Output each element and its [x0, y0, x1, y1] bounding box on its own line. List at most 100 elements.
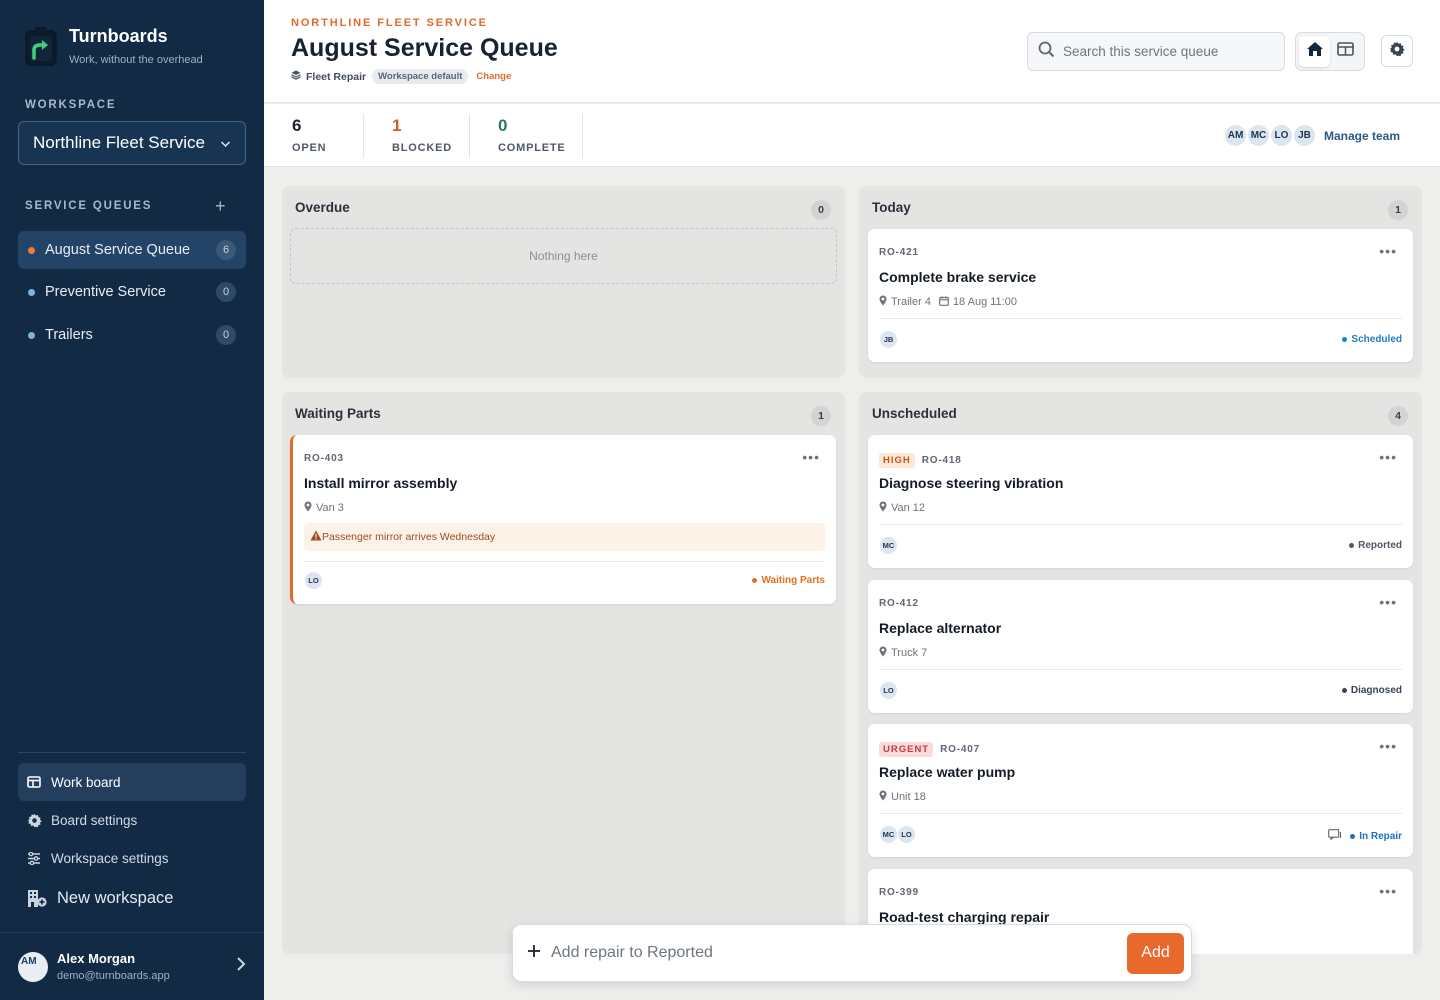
- card-divider: [879, 813, 1402, 814]
- add-repair-button[interactable]: Add: [1127, 932, 1184, 974]
- more-options-icon[interactable]: •••: [1379, 449, 1397, 465]
- status-label: Scheduled: [1351, 334, 1402, 345]
- repair-id: RO-399: [879, 887, 919, 898]
- stat-complete: 0 COMPLETE: [498, 116, 566, 154]
- avatar[interactable]: AM: [1223, 123, 1248, 148]
- card-divider: [879, 669, 1402, 670]
- nav-label: Work board: [51, 774, 121, 790]
- brand[interactable]: Turnboards Work, without the overhead: [24, 26, 203, 66]
- empty-text: Nothing here: [529, 249, 598, 263]
- column-count: 1: [811, 406, 831, 426]
- nav-new-workspace[interactable]: New workspace: [18, 879, 246, 917]
- add-repair-input[interactable]: [551, 944, 1127, 962]
- card-header: RO-399: [879, 887, 919, 898]
- repair-card-ro-412[interactable]: RO-412 ••• Replace alternator Truck 7 LO…: [868, 580, 1413, 713]
- repair-id: RO-403: [304, 453, 344, 464]
- status-label: In Repair: [1359, 830, 1402, 842]
- queue-dot: [28, 246, 35, 254]
- more-options-icon[interactable]: •••: [1379, 243, 1397, 259]
- queue-item-trailers[interactable]: Trailers 0: [18, 316, 246, 354]
- board-icon: [26, 774, 42, 790]
- avatar[interactable]: LO: [1269, 123, 1294, 148]
- repair-title: Replace alternator: [879, 620, 1002, 636]
- add-queue-button[interactable]: +: [215, 197, 226, 215]
- settings-button[interactable]: [1381, 35, 1413, 67]
- avatar: MC: [879, 536, 898, 555]
- stat-value: 0: [498, 116, 508, 135]
- more-options-icon[interactable]: •••: [1379, 594, 1397, 610]
- stat-divider: [363, 114, 364, 158]
- nav-work-board[interactable]: Work board: [18, 763, 246, 801]
- queue-label: August Service Queue: [45, 242, 191, 258]
- home-view-button[interactable]: [1299, 36, 1330, 67]
- brand-tagline: Work, without the overhead: [69, 54, 203, 66]
- column-count: 1: [1388, 200, 1408, 220]
- chevron-down-icon: [220, 133, 231, 153]
- assignees: LO: [879, 681, 898, 700]
- parts-warning: Passenger mirror arrives Wednesday: [304, 523, 825, 551]
- assignees: MC: [879, 536, 898, 555]
- board-view-button[interactable]: [1330, 36, 1361, 67]
- card-details: Trailer 4 18 Aug 11:00: [879, 295, 1017, 309]
- avatar: MC: [879, 825, 898, 844]
- card-header: HIGH RO-418: [879, 453, 962, 468]
- stat-value: 1: [392, 116, 402, 135]
- gear-icon: [1389, 41, 1405, 62]
- workspace-eyebrow: NORTHLINE FLEET SERVICE: [291, 17, 488, 29]
- more-options-icon[interactable]: •••: [1379, 738, 1397, 754]
- repair-title: Install mirror assembly: [304, 475, 458, 491]
- stat-label: OPEN: [292, 142, 327, 154]
- workspace-select-value: Northline Fleet Service: [33, 133, 205, 152]
- column-title: Today: [872, 200, 911, 215]
- column-today: Today 1 RO-421 ••• Complete brake servic…: [859, 186, 1422, 378]
- add-repair-bar: Add: [512, 924, 1192, 982]
- brand-name: Turnboards: [69, 26, 168, 46]
- comment-icon: [1328, 829, 1342, 843]
- chevron-right-icon: [236, 956, 246, 977]
- card-divider: [879, 318, 1402, 319]
- stat-divider: [582, 114, 583, 158]
- card-divider: [304, 561, 825, 562]
- location-pin-icon: [879, 790, 887, 804]
- repair-card-ro-418[interactable]: HIGH RO-418 ••• Diagnose steering vibrat…: [868, 435, 1413, 568]
- more-options-icon[interactable]: •••: [802, 449, 820, 465]
- status-badge: Waiting Parts: [752, 575, 825, 586]
- plus-icon: [527, 944, 541, 963]
- repair-card-ro-403[interactable]: RO-403 ••• Install mirror assembly Van 3…: [290, 435, 836, 604]
- avatar[interactable]: JB: [1292, 123, 1317, 148]
- status-label: Waiting Parts: [761, 575, 825, 586]
- manage-team-link[interactable]: Manage team: [1324, 129, 1400, 143]
- service-queues-label: SERVICE QUEUES: [25, 200, 153, 212]
- repair-title: Diagnose steering vibration: [879, 475, 1064, 491]
- queue-item-august-service[interactable]: August Service Queue 6: [18, 231, 246, 269]
- search-input[interactable]: [1063, 44, 1263, 59]
- location-pin-icon: [879, 646, 887, 660]
- more-options-icon[interactable]: •••: [1379, 883, 1397, 899]
- change-team-link[interactable]: Change: [476, 71, 511, 82]
- workspace-select[interactable]: Northline Fleet Service: [18, 121, 246, 165]
- assignees: JB: [879, 330, 898, 349]
- priority-badge: URGENT: [879, 742, 934, 757]
- scheduled-date: 18 Aug 11:00: [952, 296, 1017, 308]
- user-info: Alex Morgan demo@turnboards.app: [57, 951, 170, 982]
- app-root: Turnboards Work, without the overhead WO…: [0, 0, 1440, 1000]
- repair-card-ro-421[interactable]: RO-421 ••• Complete brake service Traile…: [868, 229, 1413, 362]
- team-name: Fleet Repair: [306, 70, 367, 83]
- status-badge: In Repair: [1328, 829, 1402, 843]
- card-divider: [879, 524, 1402, 525]
- queue-item-preventive-service[interactable]: Preventive Service 0: [18, 273, 246, 311]
- search-box[interactable]: [1027, 32, 1285, 71]
- nav-label: Workspace settings: [51, 850, 169, 866]
- avatar: JB: [879, 330, 898, 349]
- calendar-icon: [939, 295, 949, 309]
- column-title: Unscheduled: [872, 406, 957, 421]
- avatar[interactable]: MC: [1246, 123, 1271, 148]
- status-dot: [1349, 543, 1355, 548]
- user-profile[interactable]: AM Alex Morgan demo@turnboards.app: [0, 932, 264, 1000]
- team-members: AM MC LO JB Manage team: [1223, 123, 1400, 148]
- nav-board-settings[interactable]: Board settings: [18, 801, 246, 839]
- sidebar-divider: [18, 752, 246, 753]
- repair-card-ro-407[interactable]: URGENT RO-407 ••• Replace water pump Uni…: [868, 724, 1413, 857]
- nav-workspace-settings[interactable]: Workspace settings: [18, 839, 246, 877]
- assignees: LO: [304, 571, 323, 590]
